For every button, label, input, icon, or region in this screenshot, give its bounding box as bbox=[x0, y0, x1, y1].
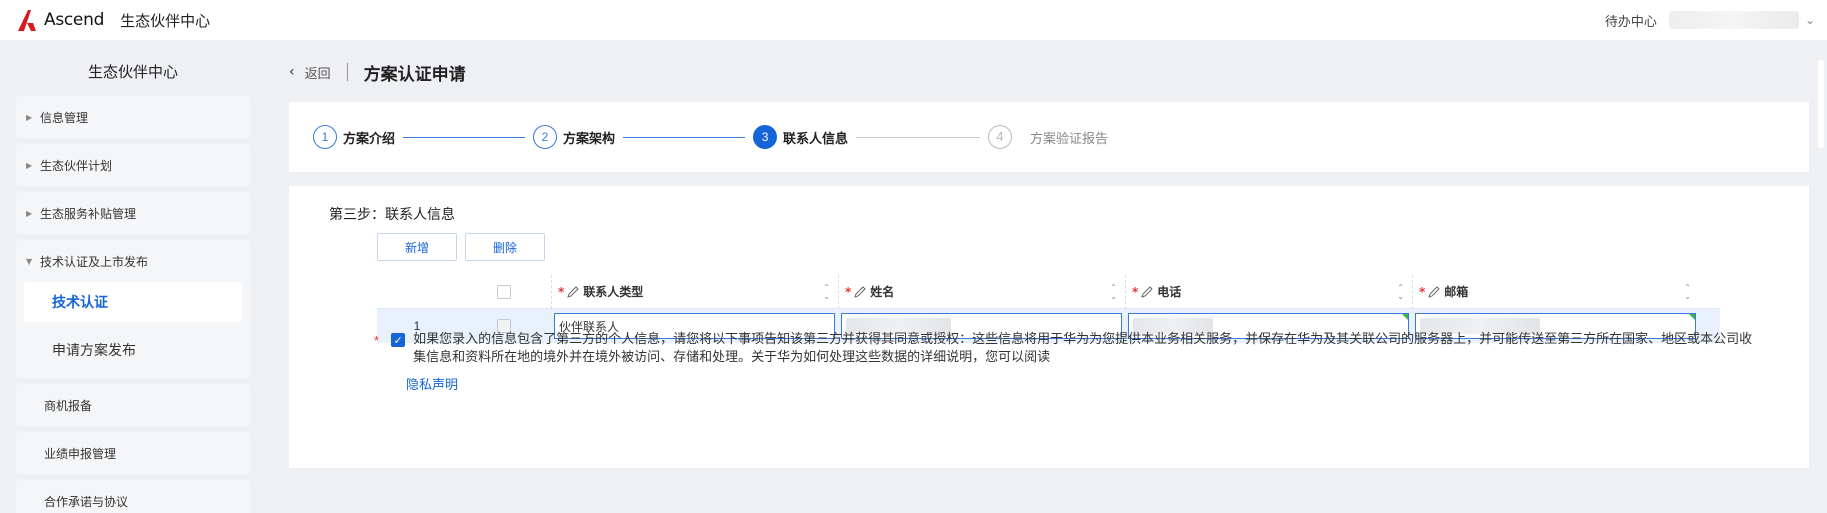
column-label: 电话 bbox=[1157, 285, 1182, 299]
sidebar-item-info-management[interactable]: ▶ 信息管理 bbox=[16, 96, 250, 138]
top-bar: Ascend 生态伙伴中心 待办中心 ⌄ bbox=[0, 0, 1827, 40]
required-mark: * bbox=[1132, 284, 1139, 299]
caret-right-icon: ▶ bbox=[26, 112, 33, 122]
edit-pencil-icon bbox=[1141, 285, 1153, 298]
main-content: ‹ 返回 方案认证申请 1 方案介绍 2 方案架构 3 联系人信息 4 方案验证… bbox=[289, 48, 1809, 468]
select-all-checkbox[interactable] bbox=[497, 284, 511, 299]
sort-icon[interactable]: ⌃ ⌄ bbox=[1684, 283, 1691, 301]
app-title: 生态伙伴中心 bbox=[120, 11, 211, 30]
sort-icon[interactable]: ⌃ ⌄ bbox=[823, 283, 830, 301]
sidebar-group: ▶ 生态伙伴计划 bbox=[16, 144, 250, 186]
back-label: 返回 bbox=[304, 66, 331, 82]
privacy-statement-link[interactable]: 隐私声明 bbox=[406, 374, 458, 393]
edit-pencil-icon bbox=[854, 285, 866, 298]
step-1[interactable]: 1 方案介绍 bbox=[313, 125, 395, 149]
sidebar: 生态伙伴中心 ▶ 信息管理 ▶ 生态伙伴计划 ▶ 生态服务补贴管理 ▼ 技术认证及上市发… bbox=[16, 48, 250, 513]
sidebar-group: 合作承诺与协议 bbox=[16, 480, 250, 513]
sidebar-item-performance-report[interactable]: 业绩申报管理 bbox=[16, 432, 250, 474]
caret-right-icon: ▶ bbox=[26, 208, 33, 218]
sidebar-group: 商机报备 bbox=[16, 384, 250, 426]
column-label: 联系人类型 bbox=[583, 285, 644, 299]
sidebar-item-label: 合作承诺与协议 bbox=[44, 494, 129, 509]
step-connector bbox=[623, 136, 746, 138]
step-label: 联系人信息 bbox=[783, 131, 849, 147]
sidebar-item-label: 商机报备 bbox=[44, 398, 93, 413]
user-account-redacted[interactable] bbox=[1668, 11, 1799, 29]
ascend-logo-icon bbox=[18, 10, 36, 31]
column-header-name[interactable]: * 姓名 ⌃ ⌄ bbox=[838, 274, 1125, 309]
sidebar-title: 生态伙伴中心 bbox=[87, 63, 178, 81]
add-button[interactable]: 新增 bbox=[377, 233, 457, 261]
column-header-contact-type[interactable]: * 联系人类型 ⌃ ⌄ bbox=[551, 274, 838, 309]
contact-form-card: 第三步：联系人信息 新增 删除 * 联系人类型 ⌃ ⌄ * 姓名 ⌃ ⌄ * 电… bbox=[289, 186, 1809, 468]
step-label: 方案验证报告 bbox=[1030, 131, 1109, 147]
table-header: * 联系人类型 ⌃ ⌄ * 姓名 ⌃ ⌄ * 电话 ⌃ ⌄ * 邮箱 ⌃ ⌄ bbox=[377, 274, 1720, 309]
section-title: 第三步：联系人信息 bbox=[329, 207, 455, 223]
sidebar-item-label: 生态服务补贴管理 bbox=[40, 206, 137, 221]
caret-right-icon: ▶ bbox=[26, 160, 33, 170]
sidebar-item-label: 生态伙伴计划 bbox=[40, 158, 113, 173]
consent-row: * ✓ 如果您录入的信息包含了第三方的个人信息，请您将以下事项告知该第三方并获得… bbox=[374, 331, 1764, 367]
sidebar-item-certification-release[interactable]: ▼ 技术认证及上市发布 bbox=[16, 240, 250, 282]
caret-down-icon: ▼ bbox=[26, 256, 33, 266]
page-header: ‹ 返回 方案认证申请 bbox=[289, 48, 1809, 96]
sidebar-item-label: 信息管理 bbox=[40, 110, 89, 125]
back-button[interactable]: ‹ 返回 bbox=[289, 63, 331, 82]
page-title: 方案认证申请 bbox=[363, 64, 466, 85]
sidebar-group: ▶ 信息管理 bbox=[16, 96, 250, 138]
scrollbar[interactable] bbox=[1815, 48, 1827, 508]
sidebar-group-expanded: ▼ 技术认证及上市发布 技术认证 申请方案发布 bbox=[16, 240, 250, 378]
logo-text: Ascend bbox=[44, 10, 105, 30]
sidebar-subitem-apply-release[interactable]: 申请方案发布 bbox=[16, 330, 250, 370]
delete-button[interactable]: 删除 bbox=[465, 233, 545, 261]
todo-center-link[interactable]: 待办中心 bbox=[1605, 11, 1657, 30]
chevron-down-icon[interactable]: ⌄ bbox=[1805, 13, 1815, 27]
step-connector bbox=[403, 136, 526, 138]
step-number: 3 bbox=[753, 125, 778, 149]
edit-pencil-icon bbox=[567, 285, 579, 298]
required-mark: * bbox=[1419, 284, 1426, 299]
sidebar-item-cooperation-agreement[interactable]: 合作承诺与协议 bbox=[16, 480, 250, 513]
step-2[interactable]: 2 方案架构 bbox=[533, 125, 615, 149]
step-label: 方案介绍 bbox=[343, 131, 396, 147]
chevron-left-icon: ‹ bbox=[289, 64, 295, 80]
consent-text: 如果您录入的信息包含了第三方的个人信息，请您将以下事项告知该第三方并获得其同意或… bbox=[413, 332, 1753, 365]
required-mark: * bbox=[845, 284, 852, 299]
logo[interactable]: Ascend bbox=[16, 7, 104, 33]
sidebar-subitem-tech-certification[interactable]: 技术认证 bbox=[24, 282, 242, 322]
column-header-email[interactable]: * 邮箱 ⌃ ⌄ bbox=[1412, 274, 1699, 309]
step-4[interactable]: 4 方案验证报告 bbox=[988, 125, 1120, 149]
sidebar-item-opportunity-report[interactable]: 商机报备 bbox=[16, 384, 250, 426]
select-all-cell bbox=[457, 284, 551, 299]
scrollbar-thumb[interactable] bbox=[1818, 60, 1824, 148]
sort-icon[interactable]: ⌃ ⌄ bbox=[1397, 283, 1404, 301]
sidebar-item-label: 业绩申报管理 bbox=[44, 446, 117, 461]
required-mark: * bbox=[374, 333, 380, 348]
step-number: 1 bbox=[313, 125, 337, 149]
step-connector bbox=[856, 136, 981, 138]
sidebar-group: ▶ 生态服务补贴管理 bbox=[16, 192, 250, 234]
sidebar-item-partner-plan[interactable]: ▶ 生态伙伴计划 bbox=[16, 144, 250, 186]
stepper: 1 方案介绍 2 方案架构 3 联系人信息 4 方案验证报告 bbox=[289, 102, 1809, 172]
sort-icon[interactable]: ⌃ ⌄ bbox=[1110, 283, 1117, 301]
column-header-phone[interactable]: * 电话 ⌃ ⌄ bbox=[1125, 274, 1412, 309]
column-label: 姓名 bbox=[870, 285, 895, 299]
edit-pencil-icon bbox=[1428, 285, 1440, 298]
step-number: 4 bbox=[988, 125, 1013, 149]
column-label: 邮箱 bbox=[1444, 285, 1469, 299]
divider bbox=[346, 63, 348, 81]
sidebar-item-label: 技术认证及上市发布 bbox=[40, 254, 149, 269]
step-number: 2 bbox=[533, 125, 558, 149]
sidebar-item-subsidy-management[interactable]: ▶ 生态服务补贴管理 bbox=[16, 192, 250, 234]
modified-marker bbox=[1689, 314, 1695, 320]
modified-marker bbox=[1402, 314, 1408, 320]
consent-checkbox[interactable]: ✓ bbox=[391, 333, 406, 347]
required-mark: * bbox=[558, 284, 565, 299]
sidebar-group: 业绩申报管理 bbox=[16, 432, 250, 474]
step-3[interactable]: 3 联系人信息 bbox=[753, 125, 848, 149]
step-label: 方案架构 bbox=[563, 131, 616, 147]
